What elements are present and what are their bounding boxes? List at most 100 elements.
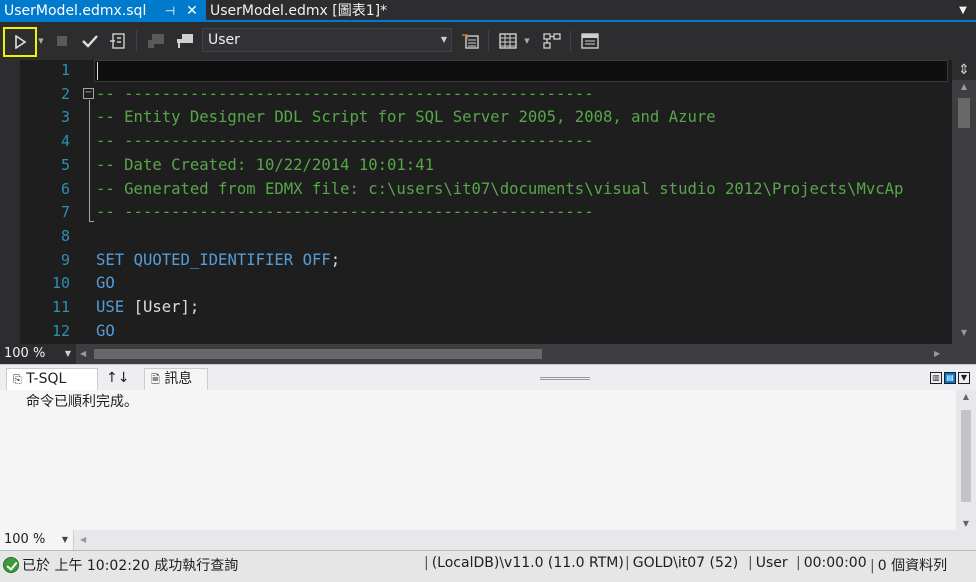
- scrollbar-thumb[interactable]: [961, 410, 971, 502]
- editor-zoom-bar: 100 % ▼ ◀ ▶: [0, 344, 976, 364]
- code-token: QUOTED_IDENTIFIER: [133, 250, 303, 269]
- editor-vertical-scrollbar[interactable]: ⇕ ▲ ▼: [952, 60, 976, 344]
- cancel-query-button[interactable]: [50, 29, 74, 53]
- tab-label: 訊息: [164, 371, 193, 387]
- stop-icon: [57, 36, 67, 46]
- results-dropdown-button[interactable]: ▼: [522, 29, 532, 53]
- results-to-grid-button[interactable]: [496, 29, 520, 53]
- code-token: -- -------------------------------------…: [96, 132, 594, 151]
- code-line: SET QUOTED_IDENTIFIER OFF;: [96, 251, 340, 269]
- code-line: -- -------------------------------------…: [96, 132, 594, 150]
- line-number: 1: [60, 61, 70, 79]
- designer-icon: [462, 34, 479, 49]
- tab-label: T-SQL: [26, 371, 67, 387]
- tab-usermodel-sql[interactable]: UserModel.edmx.sql ⊣ ✕: [0, 0, 206, 22]
- scrollbar-thumb[interactable]: [958, 98, 970, 128]
- tsql-icon: ⎘: [13, 373, 22, 386]
- line-number: 11: [51, 298, 70, 316]
- tab-usermodel-diagram[interactable]: UserModel.edmx [圖表1]*: [206, 0, 387, 22]
- editor-zoom-select[interactable]: 100 % ▼: [0, 344, 76, 364]
- success-check-icon: [3, 557, 19, 573]
- text-caret: [97, 62, 98, 80]
- tab-tsql[interactable]: ⎘ T-SQL: [6, 368, 98, 390]
- messages-pane: 命令已順利完成。 ▲ ▼: [0, 390, 976, 530]
- fold-region-line: [89, 100, 90, 222]
- split-horizontal-icon[interactable]: ▤: [944, 372, 956, 384]
- collapse-region-icon[interactable]: −: [83, 88, 94, 99]
- execute-button[interactable]: [3, 27, 37, 57]
- parse-check-icon: [82, 35, 98, 48]
- editor-selection-margin: [0, 60, 20, 344]
- database-value: User: [208, 32, 240, 48]
- dropdown-icon: ▼: [524, 37, 530, 45]
- parse-button[interactable]: [78, 29, 102, 53]
- scroll-down-icon[interactable]: ▼: [952, 328, 976, 342]
- line-number: 5: [60, 155, 70, 174]
- query-status-bar: 已於 上午 10:02:20 成功執行查詢 (LocalDB)\v11.0 (1…: [0, 550, 976, 582]
- horizontal-scrollbar-thumb[interactable]: [94, 349, 542, 359]
- scroll-left-icon[interactable]: ◀: [80, 344, 92, 364]
- design-query-button[interactable]: [458, 29, 482, 53]
- line-number: 6: [60, 179, 70, 198]
- code-token: [User]: [133, 298, 190, 316]
- chevron-down-icon: ▼: [64, 349, 71, 358]
- code-token: -- -------------------------------------…: [96, 84, 594, 103]
- line-number: 4: [60, 132, 70, 151]
- split-vertical-icon[interactable]: ▥: [930, 372, 942, 384]
- tab-list-dropdown-icon[interactable]: ▼: [956, 2, 970, 20]
- chevron-down-icon: ▼: [440, 35, 447, 44]
- plan-icon: [543, 33, 561, 49]
- line-number: 8: [60, 226, 70, 245]
- split-window-icon[interactable]: ⇕: [952, 60, 976, 80]
- available-databases-select[interactable]: User ▼: [202, 28, 452, 52]
- code-token: -- Entity Designer DDL Script for SQL Se…: [96, 108, 716, 127]
- pin-icon[interactable]: ⊣: [162, 0, 178, 22]
- chevron-down-icon: ▼: [61, 535, 68, 544]
- tab-messages[interactable]: 🗎 訊息: [144, 368, 208, 390]
- zoom-value: 100 %: [4, 346, 46, 361]
- document-tab-strip: UserModel.edmx.sql ⊣ ✕ UserModel.edmx [圖…: [0, 0, 976, 22]
- change-connection-button[interactable]: [172, 29, 196, 53]
- scroll-up-icon[interactable]: ▲: [956, 392, 976, 401]
- splitter-grip[interactable]: [540, 377, 590, 380]
- line-number: 12: [51, 321, 70, 340]
- line-number: 2: [60, 84, 70, 103]
- tab-label: UserModel.edmx.sql: [4, 3, 147, 19]
- scroll-down-icon[interactable]: ▼: [956, 519, 976, 528]
- display-estimated-plan-button[interactable]: [106, 29, 130, 53]
- query-options-icon: [148, 34, 164, 48]
- scroll-right-icon[interactable]: ▶: [934, 344, 946, 364]
- scroll-up-icon[interactable]: ▲: [952, 82, 976, 96]
- query-options-button[interactable]: [144, 29, 168, 53]
- code-token: GO: [96, 274, 115, 293]
- code-token: USE: [96, 298, 134, 316]
- line-number: 7: [60, 203, 70, 222]
- line-number: 9: [60, 250, 70, 269]
- sql-code-editor[interactable]: − 1 2 -- ---------------------------------…: [0, 60, 976, 344]
- zoom-value: 100 %: [4, 532, 46, 547]
- include-actual-plan-button[interactable]: [540, 29, 564, 53]
- show-results-pane-button[interactable]: [578, 29, 602, 53]
- results-tab-strip: ⎘ T-SQL ↑↓ 🗎 訊息 ▥ ▤ ▼: [0, 364, 976, 390]
- status-database: User: [748, 555, 788, 571]
- code-token: -- -------------------------------------…: [96, 203, 594, 222]
- close-icon[interactable]: ✕: [184, 0, 200, 22]
- results-zoom-select[interactable]: 100 % ▼: [0, 530, 74, 550]
- tab-sort[interactable]: ↑↓: [102, 368, 132, 390]
- code-line: -- -------------------------------------…: [96, 203, 594, 221]
- fold-region-end: [89, 221, 94, 222]
- execute-dropdown-button[interactable]: ▼: [36, 29, 46, 53]
- line-number: 3: [60, 108, 70, 127]
- status-rows: 0 個資料列: [870, 555, 947, 575]
- tab-label: UserModel.edmx [圖表1]*: [210, 3, 388, 19]
- collapse-pane-icon[interactable]: ▼: [958, 372, 970, 384]
- layout-toggle-group: ▥ ▤ ▼: [930, 372, 970, 386]
- code-token: ;: [330, 250, 341, 269]
- code-token: GO: [96, 321, 115, 340]
- code-token: -- Generated from EDMX file: c:\users\it…: [96, 179, 904, 198]
- toolbar-separator: [570, 30, 571, 52]
- code-token: ;: [189, 298, 200, 316]
- scroll-left-icon[interactable]: ◀: [80, 530, 86, 550]
- status-message: 已於 上午 10:02:20 成功執行查詢: [22, 558, 239, 574]
- results-vertical-scrollbar[interactable]: ▲ ▼: [956, 390, 976, 530]
